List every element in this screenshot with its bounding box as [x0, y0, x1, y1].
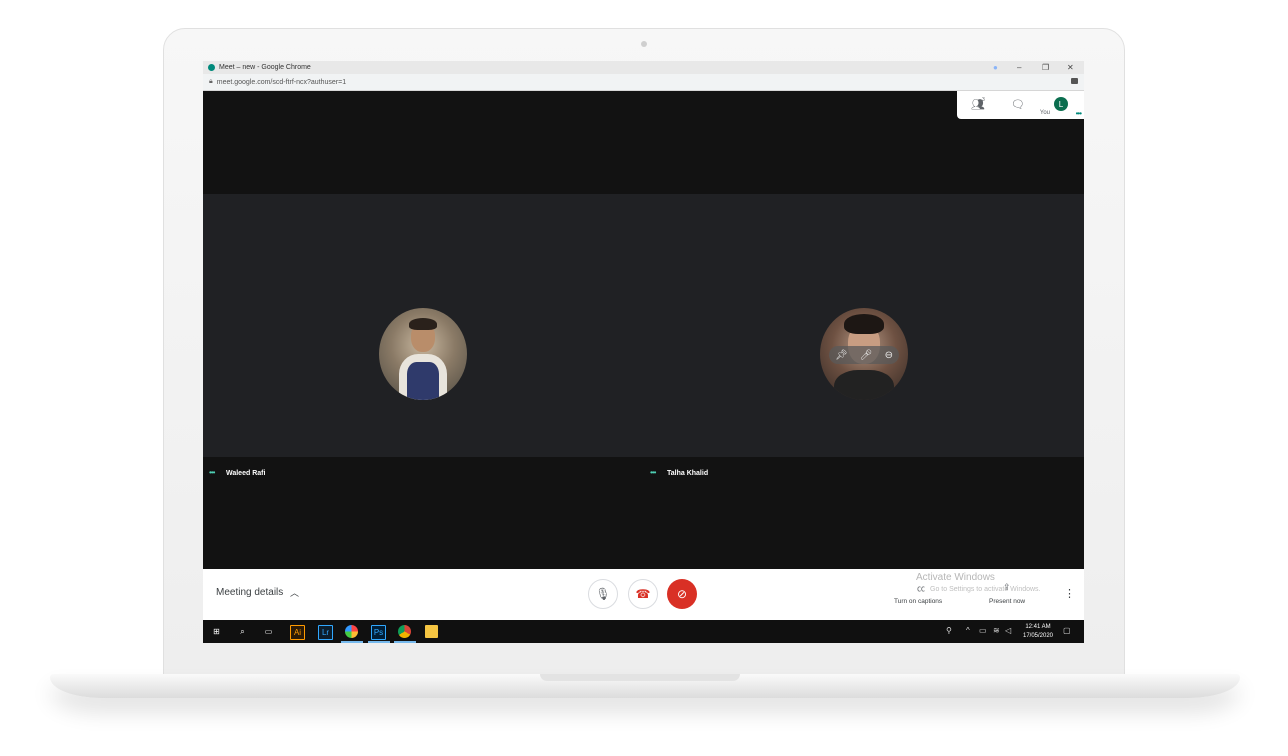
search-icon[interactable]: ⌕ — [236, 625, 249, 638]
avatar[interactable]: L — [1054, 97, 1068, 111]
remove-icon[interactable]: ⊖ — [885, 350, 893, 361]
audio-dots-icon: ••• — [209, 468, 215, 477]
phone-hangup-icon: ☎︎ — [635, 587, 651, 601]
photo-body — [834, 370, 894, 400]
window-title: Meet – new - Google Chrome — [219, 64, 311, 71]
lightroom-icon[interactable]: Lr — [318, 625, 333, 640]
laptop-notch — [540, 674, 740, 681]
profile-icon[interactable]: ● — [993, 61, 998, 74]
active-app-indicator — [394, 641, 416, 643]
url-text[interactable]: meet.google.com/scd-ftrf-ncx?authuser=1 — [217, 79, 346, 86]
chevron-up-icon[interactable]: ︿ — [290, 586, 299, 599]
participant-photo-waleed[interactable] — [379, 308, 467, 400]
activate-windows-title: Activate Windows — [916, 572, 995, 583]
captions-button[interactable]: Turn on captions — [894, 598, 942, 605]
you-label: You — [1039, 110, 1050, 116]
windows-start-icon[interactable]: ⊞ — [210, 625, 223, 638]
activate-windows-subtitle: Go to Settings to activate Windows. — [930, 586, 1041, 593]
captions-icon[interactable]: ㏄ — [917, 583, 925, 594]
photo-hair — [844, 314, 884, 334]
camera-indicator-icon[interactable] — [1071, 78, 1078, 84]
participant-name: Waleed Rafi — [226, 470, 266, 477]
minimize-button[interactable]: – — [1017, 61, 1021, 74]
webcam-dot — [641, 41, 647, 47]
people-tray-icon[interactable]: ⚲ — [946, 626, 952, 635]
meeting-details-button[interactable]: Meeting details — [216, 587, 283, 598]
notification-icon[interactable]: ▢ — [1063, 626, 1071, 635]
file-explorer-icon[interactable] — [425, 625, 438, 638]
present-now-button[interactable]: Present now — [989, 598, 1025, 605]
participant-tiles — [203, 194, 1084, 457]
mute-icon[interactable]: 🎤︎ — [860, 350, 873, 361]
lock-icon: 🔒︎ — [209, 78, 213, 85]
meeting-control-bar: Meeting details ︿ 🎙︎ ☎︎ ⊘ Activate Windo… — [203, 569, 1084, 620]
windows-taskbar: ⊞ ⌕ ▭ Ai Lr Ps ⚲ ^ ▭ ≋ ◁ 12:41 AM 17/05/… — [203, 620, 1084, 643]
battery-icon[interactable]: ▭ — [979, 626, 987, 635]
participant-name: Talha Khalid — [667, 470, 709, 477]
participant-hover-controls: 📌︎ 🎤︎ ⊖ — [829, 346, 899, 364]
present-icon[interactable]: ⇪ — [1003, 582, 1011, 593]
mic-button[interactable]: 🎙︎ — [588, 579, 618, 609]
speaking-dots-icon: ••• — [1075, 109, 1082, 118]
chrome-icon[interactable] — [398, 625, 411, 638]
maximize-button[interactable]: ❐ — [1042, 61, 1049, 74]
clock-time: 12:41 AM — [1025, 624, 1051, 630]
people-count: 3 — [982, 97, 985, 103]
active-app-indicator — [341, 641, 363, 643]
photo-shirt — [407, 362, 439, 400]
color-picker-app-icon[interactable] — [345, 625, 358, 638]
close-button[interactable]: ✕ — [1067, 61, 1074, 74]
camera-off-icon: ⊘ — [676, 587, 688, 601]
address-bar[interactable]: 🔒︎ meet.google.com/scd-ftrf-ncx?authuser… — [203, 74, 1084, 91]
mic-icon: 🎙︎ — [595, 587, 611, 601]
wifi-icon[interactable]: ≋ — [993, 626, 1000, 635]
active-app-indicator — [368, 641, 390, 643]
browser-titlebar: Meet – new - Google Chrome ● – ❐ ✕ — [203, 61, 1084, 74]
meet-favicon-icon — [208, 64, 215, 71]
task-view-icon[interactable]: ▭ — [262, 625, 275, 638]
more-options-icon[interactable]: ⋮ — [1064, 587, 1075, 600]
audio-dots-icon: ••• — [650, 468, 656, 477]
clock-date: 17/05/2020 — [1022, 633, 1054, 639]
photo-hair — [409, 318, 437, 330]
chat-icon[interactable]: 🗨︎ — [1011, 98, 1025, 111]
hang-up-button[interactable]: ☎︎ — [628, 579, 658, 609]
screen: Meet – new - Google Chrome ● – ❐ ✕ 🔒︎ me… — [203, 61, 1084, 643]
chevron-up-tray-icon[interactable]: ^ — [966, 626, 970, 635]
photoshop-icon[interactable]: Ps — [371, 625, 386, 640]
taskbar-clock[interactable]: 12:41 AM 17/05/2020 — [1018, 623, 1058, 641]
top-right-panel: 👥︎ 3 🗨︎ L You ••• — [957, 91, 1084, 119]
volume-icon[interactable]: ◁ — [1005, 626, 1011, 635]
camera-off-button[interactable]: ⊘ — [667, 579, 697, 609]
pin-icon[interactable]: 📌︎ — [835, 350, 848, 361]
illustrator-icon[interactable]: Ai — [290, 625, 305, 640]
